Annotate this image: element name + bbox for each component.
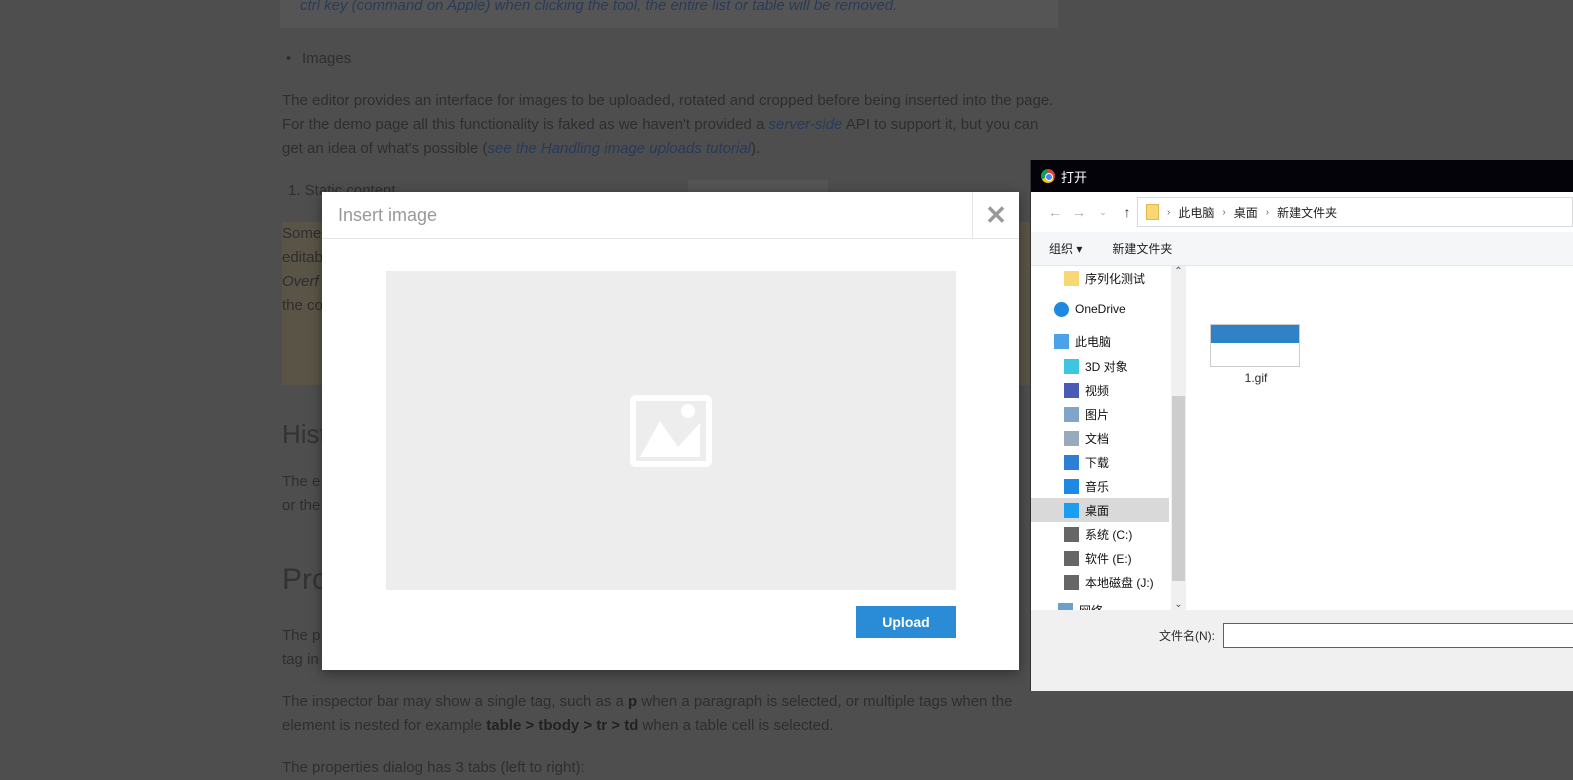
desktop-icon [1064,502,1079,518]
nav-item-label: 3D 对象 [1085,359,1128,374]
bold: table > tbody > tr > td [486,717,639,734]
file-thumbnail [1210,324,1300,367]
file-open-dialog: 打开 ← → ⌄ ↑ › 此电脑 › 桌面 › 新建文件夹 组织 ▾ 新建文件夹… [1030,160,1573,691]
heading-history: Hist [282,419,327,449]
chevron-down-icon[interactable]: ⌄ [1171,599,1186,610]
nav-item-label: 音乐 [1085,479,1110,494]
nav-item-label: 桌面 [1085,503,1110,518]
cloud-icon [1054,301,1069,317]
text: The e [282,473,321,490]
filename-input[interactable] [1223,623,1573,648]
nav-scrollbar[interactable]: ⌃ ⌄ [1171,266,1186,610]
picture-icon [1064,406,1079,422]
text: the co [282,297,323,314]
organize-button[interactable]: 组织 ▾ [1049,240,1082,257]
inspector-paragraph: The inspector bar may show a single tag,… [282,690,1057,738]
scrollbar-thumb[interactable] [1172,396,1185,581]
text: The inspector bar may show a single tag,… [282,693,629,710]
nav-item-label: 序列化测试 [1085,271,1146,286]
dialog-toolbar: 组织 ▾ 新建文件夹 [1031,232,1573,266]
drive-icon [1064,574,1079,590]
note-text: ctrl key (command on Apple) when clickin… [300,0,898,14]
new-folder-button[interactable]: 新建文件夹 [1112,240,1172,257]
computer-icon [1054,333,1069,349]
document-icon [1064,430,1079,446]
dialog-title: 打开 [1061,169,1088,185]
breadcrumb-item[interactable]: 桌面 [1234,204,1258,221]
breadcrumb[interactable]: › 此电脑 › 桌面 › 新建文件夹 [1137,197,1573,227]
nav-item[interactable]: 桌面 [1031,498,1169,522]
chrome-icon [1041,169,1055,183]
navigation-pane: 序列化测试 OneDrive 此电脑 3D 对象视频图片文档下载音乐桌面系统 (C:)… [1031,266,1186,618]
file-item[interactable]: 1.gif [1210,324,1302,385]
modal-header: Insert image ✕ [322,192,1019,239]
download-icon [1064,454,1079,470]
file-name: 1.gif [1244,371,1268,385]
cube-icon [1064,358,1079,374]
music-icon [1064,478,1079,494]
text: The properties dialog has 3 tabs (left t… [282,759,585,776]
drive-icon [1064,550,1079,566]
folder-icon [1064,270,1079,286]
recent-chevron-icon[interactable]: ⌄ [1091,207,1115,218]
upload-button[interactable]: Upload [856,606,956,638]
chevron-right-icon: › [1222,206,1226,218]
bold: p [628,693,638,710]
up-icon[interactable]: ↑ [1115,204,1139,220]
text: Some [282,225,322,242]
dialog-titlebar: 打开 [1031,160,1573,192]
folder-icon [1146,204,1159,220]
image-preview-area [386,271,956,590]
text: ). [751,140,761,157]
forward-icon[interactable]: → [1067,204,1091,220]
tutorial-link[interactable]: see the Handling image uploads tutorial [488,140,752,157]
breadcrumb-item[interactable]: 此电脑 [1178,204,1214,221]
images-paragraph: The editor provides an interface for ima… [282,89,1057,161]
breadcrumb-item[interactable]: 新建文件夹 [1277,204,1337,221]
dialog-footer: 文件名(N): [1031,610,1573,691]
nav-item-label: OneDrive [1075,302,1126,316]
nav-item-label: 图片 [1085,407,1110,422]
filename-label: 文件名(N): [1159,629,1215,643]
text: editab [282,249,323,266]
file-list: 1.gif [1186,266,1573,610]
video-icon [1064,382,1079,398]
text: tag in [282,651,319,668]
nav-item-label: 视频 [1085,383,1110,398]
drive-icon [1064,526,1079,542]
nav-item-label: 系统 (C:) [1085,527,1133,542]
chevron-right-icon: › [1167,206,1171,218]
chevron-up-icon[interactable]: ⌃ [1171,266,1186,277]
text: or the [282,497,321,514]
nav-item-label: 本地磁盘 (J:) [1085,575,1154,590]
chevron-right-icon: › [1265,206,1270,218]
nav-item-label: 文档 [1085,431,1110,446]
nav-item-label: 软件 (E:) [1085,551,1132,566]
text: when a table cell is selected. [638,717,834,734]
insert-image-modal: Insert image ✕ Upload [322,192,1019,670]
emphasis: server-side [768,116,843,133]
text: The p [282,627,321,644]
nav-item-label: 下载 [1085,455,1110,470]
address-bar: ← → ⌄ ↑ › 此电脑 › 桌面 › 新建文件夹 [1031,192,1573,232]
back-icon[interactable]: ← [1043,204,1067,220]
close-button[interactable]: ✕ [972,192,1019,239]
bullet-images: Images [286,47,351,71]
text: Overf [282,273,319,290]
image-placeholder-icon [630,394,712,467]
note-box: ctrl key (command on Apple) when clickin… [280,0,1058,28]
modal-title: Insert image [338,205,438,225]
nav-item-label: 此电脑 [1075,334,1112,349]
